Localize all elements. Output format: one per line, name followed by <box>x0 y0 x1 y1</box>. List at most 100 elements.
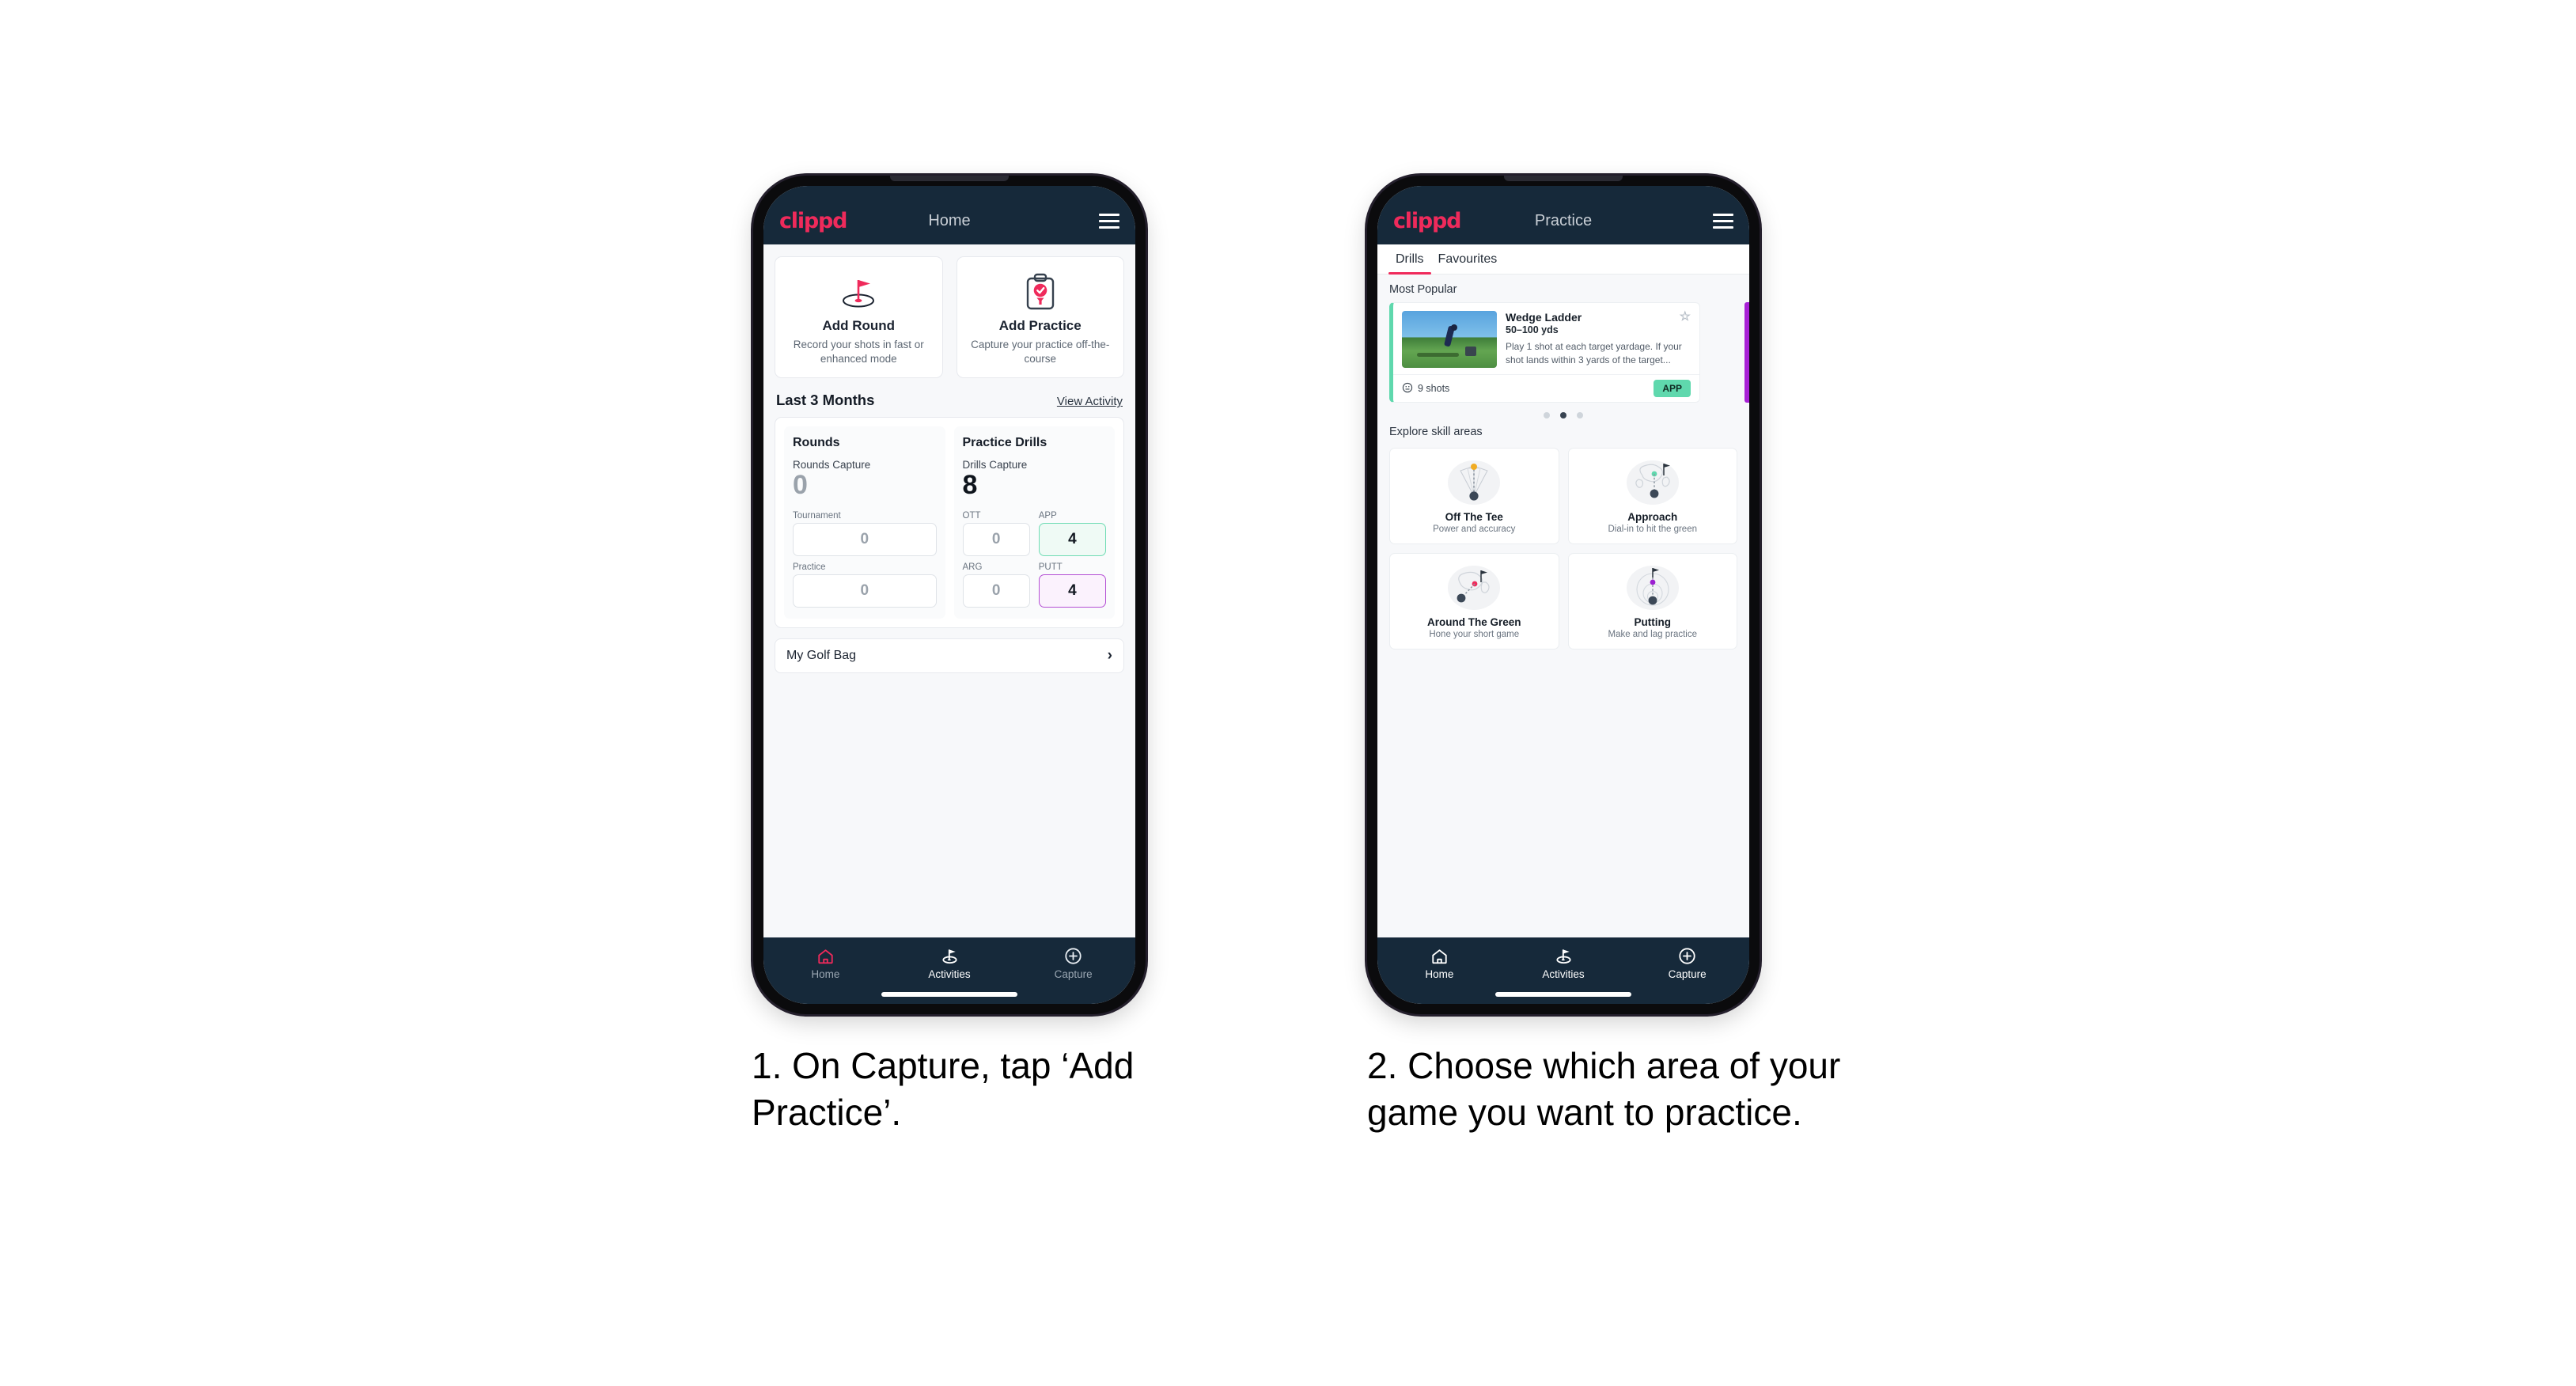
rounds-capture-label: Rounds Capture <box>793 459 871 471</box>
rounds-heading: Rounds <box>793 436 840 450</box>
view-activity-link[interactable]: View Activity <box>1057 395 1123 408</box>
app-header: clippd Home <box>763 186 1135 244</box>
hamburger-icon[interactable] <box>1713 213 1733 229</box>
clippd-logo[interactable]: clippd <box>779 209 848 233</box>
tab-favourites[interactable]: Favourites <box>1431 244 1505 274</box>
add-practice-subtitle: Capture your practice off-the-course <box>971 339 1110 365</box>
nav-item-home[interactable]: Home <box>1377 946 1502 980</box>
nav-item-activities[interactable]: Activities <box>888 946 1012 980</box>
tournament-value[interactable]: 0 <box>793 523 937 557</box>
tournament-label: Tournament <box>793 511 841 521</box>
app-value[interactable]: 4 <box>1038 523 1106 557</box>
carousel-dot-1[interactable] <box>1544 412 1550 418</box>
nav-item-capture[interactable]: Capture <box>1011 946 1135 980</box>
skill-name: Around The Green <box>1426 616 1521 628</box>
drill-yardage: 50–100 yds <box>1506 324 1559 335</box>
carousel-dot-3[interactable] <box>1577 412 1583 418</box>
arg-label: ARG <box>962 562 983 573</box>
carousel-dot-2[interactable] <box>1560 412 1566 418</box>
drill-card-footer: 9 shots APP <box>1393 374 1699 402</box>
home-indicator <box>1495 992 1631 997</box>
skill-card-putting[interactable]: Putting Make and lag practice <box>1567 553 1737 649</box>
last-3-months-header: Last 3 Months View Activity <box>763 378 1135 417</box>
skill-card-approach[interactable]: Approach Dial-in to hit the green <box>1567 448 1737 544</box>
phone-mockup-home: clippd Home Add Round Record your shots … <box>753 176 1146 1014</box>
skill-areas-grid: Off The Tee Power and accuracy Approach … <box>1377 445 1749 649</box>
app-header: clippd Practice <box>1377 186 1749 244</box>
skill-card-off-the-tee[interactable]: Off The Tee Power and accuracy <box>1389 448 1559 544</box>
drill-shots-label: 9 shots <box>1418 383 1450 394</box>
star-outline-icon[interactable]: ☆ <box>1680 311 1691 324</box>
tab-drills[interactable]: Drills <box>1388 244 1431 275</box>
add-practice-card[interactable]: Add Practice Capture your practice off-t… <box>956 256 1124 379</box>
nav-label-home: Home <box>811 968 840 980</box>
stats-card: Rounds Rounds Capture 0 Tournament 0 Pra… <box>775 417 1124 629</box>
drill-carousel[interactable]: Wedge Ladder ☆ 50–100 yds Play 1 shot at… <box>1377 302 1749 403</box>
skill-sub: Power and accuracy <box>1433 524 1516 534</box>
ott-value[interactable]: 0 <box>962 523 1030 557</box>
phone-speaker-notch <box>890 176 1009 181</box>
practice-drills-column: Practice Drills Drills Capture 8 OTT 0 A… <box>953 426 1115 619</box>
bottom-navigation-home: Home Activities Capture <box>763 937 1135 1004</box>
drill-description: Play 1 shot at each target yardage. If y… <box>1506 341 1682 366</box>
golf-flag-icon <box>1554 946 1574 966</box>
nav-item-activities[interactable]: Activities <box>1502 946 1626 980</box>
clipboard-check-tee-icon <box>965 271 1116 313</box>
skill-name: Approach <box>1627 511 1678 523</box>
practice-tabs: Drills Favourites <box>1377 244 1749 275</box>
explore-skill-areas-title: Explore skill areas <box>1389 426 1483 438</box>
phone-screen-home: clippd Home Add Round Record your shots … <box>763 186 1135 1004</box>
status-badge-app: APP <box>1654 380 1691 397</box>
caption-step-1: 1. On Capture, tap ‘Add Practice’. <box>752 1045 1135 1134</box>
rounds-breakdown: Tournament 0 Practice 0 <box>793 511 937 608</box>
quick-actions-row: Add Round Record your shots in fast or e… <box>763 244 1135 379</box>
nav-item-home[interactable]: Home <box>763 946 888 980</box>
drills-heading: Practice Drills <box>962 436 1047 450</box>
practice-stat: Practice 0 <box>793 562 937 608</box>
rounds-capture-value: 0 <box>793 470 808 501</box>
putting-art <box>1574 562 1733 613</box>
hamburger-icon[interactable] <box>1099 213 1119 229</box>
carousel-dots <box>1377 403 1749 422</box>
section-title: Last 3 Months <box>776 392 875 409</box>
nav-item-capture[interactable]: Capture <box>1625 946 1749 980</box>
phone-screen-practice: clippd Practice Drills Favourites Most P… <box>1377 186 1749 1004</box>
arg-stat: ARG 0 <box>962 562 1030 608</box>
drill-card-wedge-ladder[interactable]: Wedge Ladder ☆ 50–100 yds Play 1 shot at… <box>1389 302 1700 403</box>
practice-content: Most Popular Wedge Ladder ☆ 50–100 yds P… <box>1377 275 1749 937</box>
skill-name: Off The Tee <box>1445 511 1503 523</box>
nav-label-home: Home <box>1425 968 1454 980</box>
home-content: Add Round Record your shots in fast or e… <box>763 244 1135 937</box>
skill-sub: Make and lag practice <box>1608 630 1697 639</box>
next-card-peek[interactable] <box>1744 302 1749 403</box>
practice-value[interactable]: 0 <box>793 574 937 608</box>
screenshot-canvas: clippd Home Add Round Record your shots … <box>0 0 2576 1386</box>
app-label: APP <box>1038 511 1057 521</box>
putt-value[interactable]: 4 <box>1038 574 1106 608</box>
phone-mockup-practice: clippd Practice Drills Favourites Most P… <box>1367 176 1760 1014</box>
off-the-tee-art <box>1395 457 1554 508</box>
drill-thumbnail <box>1402 311 1497 368</box>
around-the-green-art <box>1395 562 1554 613</box>
add-round-card[interactable]: Add Round Record your shots in fast or e… <box>775 256 943 379</box>
nav-label-capture: Capture <box>1668 968 1707 980</box>
plus-circle-icon <box>1064 946 1082 966</box>
plus-circle-icon <box>1678 946 1696 966</box>
rounds-column: Rounds Rounds Capture 0 Tournament 0 Pra… <box>784 426 945 619</box>
drill-shots: 9 shots <box>1402 382 1449 396</box>
drill-card-body: Wedge Ladder ☆ 50–100 yds Play 1 shot at… <box>1393 303 1699 374</box>
caption-step-2: 2. Choose which area of your game you wa… <box>1367 1045 1841 1134</box>
drill-title: Wedge Ladder <box>1506 311 1582 324</box>
practice-label: Practice <box>793 562 826 573</box>
drill-title-row: Wedge Ladder ☆ <box>1506 311 1691 324</box>
clock-icon <box>1402 382 1413 396</box>
home-icon <box>816 946 835 966</box>
clippd-logo[interactable]: clippd <box>1393 209 1462 233</box>
skill-card-around-the-green[interactable]: Around The Green Hone your short game <box>1389 553 1559 649</box>
bottom-navigation-practice: Home Activities Capture <box>1377 937 1749 1004</box>
my-golf-bag-row[interactable]: My Golf Bag › <box>775 638 1124 674</box>
golf-flag-hole-icon <box>783 271 934 313</box>
arg-value[interactable]: 0 <box>962 574 1030 608</box>
add-round-subtitle: Record your shots in fast or enhanced mo… <box>793 339 924 365</box>
add-round-title: Add Round <box>822 318 896 333</box>
